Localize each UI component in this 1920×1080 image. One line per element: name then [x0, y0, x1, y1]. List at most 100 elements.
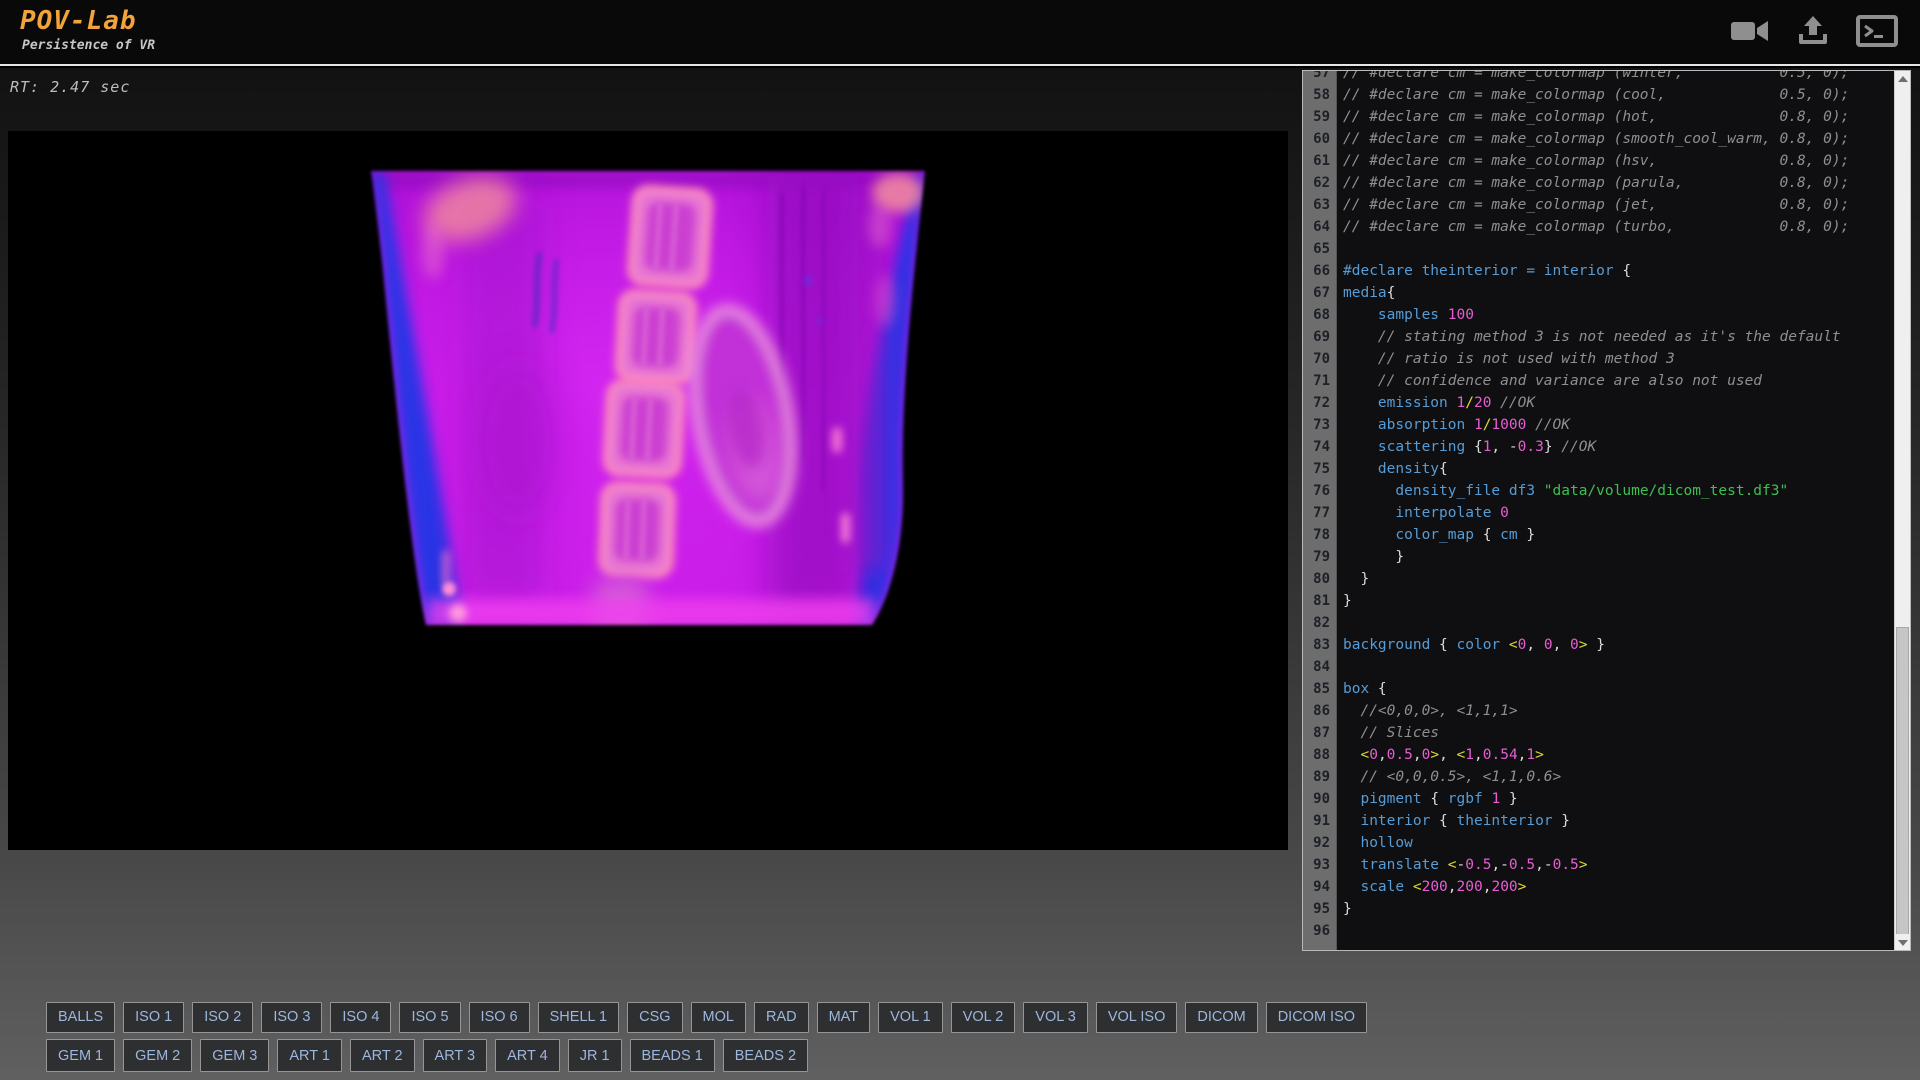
code-line: 61// #declare cm = make_colormap (hsv, 0… [1303, 150, 1894, 172]
line-number: 68 [1303, 304, 1337, 326]
code-line: 82 [1303, 612, 1894, 634]
line-number: 92 [1303, 832, 1337, 854]
line-number: 81 [1303, 590, 1337, 612]
code-line: 77 interpolate 0 [1303, 502, 1894, 524]
preset-button-csg[interactable]: CSG [627, 1002, 682, 1033]
preset-button-art-2[interactable]: ART 2 [350, 1039, 415, 1072]
code-line: 88 <0,0.5,0>, <1,0.54,1> [1303, 744, 1894, 766]
line-number: 75 [1303, 458, 1337, 480]
code-text: density_file df3 "data/volume/dicom_test… [1337, 480, 1788, 502]
code-line: 57// #declare cm = make_colormap (winter… [1303, 70, 1894, 84]
code-text: // #declare cm = make_colormap (winter, … [1337, 70, 1849, 84]
code-line: 75 density{ [1303, 458, 1894, 480]
preset-button-gem-3[interactable]: GEM 3 [200, 1039, 269, 1072]
code-text: } [1337, 546, 1404, 568]
code-text: // ratio is not used with method 3 [1337, 348, 1675, 370]
code-text: translate <-0.5,-0.5,-0.5> [1337, 854, 1588, 876]
line-number: 90 [1303, 788, 1337, 810]
preset-button-balls[interactable]: BALLS [46, 1002, 115, 1033]
preset-button-shell-1[interactable]: SHELL 1 [538, 1002, 620, 1033]
code-text: // Slices [1337, 722, 1439, 744]
code-text [1337, 656, 1343, 678]
dicom-volume-render [8, 131, 1288, 850]
preset-button-vol-1[interactable]: VOL 1 [878, 1002, 943, 1033]
code-line: 85box { [1303, 678, 1894, 700]
preset-button-vol-3[interactable]: VOL 3 [1023, 1002, 1088, 1033]
line-number: 79 [1303, 546, 1337, 568]
render-viewport [8, 131, 1288, 850]
line-number: 67 [1303, 282, 1337, 304]
editor-scrollbar[interactable] [1894, 71, 1910, 950]
terminal-icon[interactable] [1856, 13, 1898, 49]
code-line: 72 emission 1/20 //OK [1303, 392, 1894, 414]
preset-button-vol-iso[interactable]: VOL ISO [1096, 1002, 1177, 1033]
line-number: 70 [1303, 348, 1337, 370]
line-number: 61 [1303, 150, 1337, 172]
code-text: density{ [1337, 458, 1448, 480]
code-text: interpolate 0 [1337, 502, 1509, 524]
scroll-up-arrow-icon[interactable] [1895, 71, 1911, 87]
preset-button-iso-5[interactable]: ISO 5 [399, 1002, 460, 1033]
code-line: 68 samples 100 [1303, 304, 1894, 326]
code-line: 66#declare theinterior = interior { [1303, 260, 1894, 282]
preset-button-gem-2[interactable]: GEM 2 [123, 1039, 192, 1072]
line-number: 77 [1303, 502, 1337, 524]
preset-button-art-4[interactable]: ART 4 [495, 1039, 560, 1072]
line-number: 72 [1303, 392, 1337, 414]
code-line: 76 density_file df3 "data/volume/dicom_t… [1303, 480, 1894, 502]
preset-button-art-3[interactable]: ART 3 [423, 1039, 488, 1072]
code-text: // #declare cm = make_colormap (smooth_c… [1337, 128, 1849, 150]
line-number: 71 [1303, 370, 1337, 392]
code-text: //<0,0,0>, <1,1,1> [1337, 700, 1518, 722]
preset-button-mol[interactable]: MOL [691, 1002, 746, 1033]
code-text: emission 1/20 //OK [1337, 392, 1535, 414]
code-line: 86 //<0,0,0>, <1,1,1> [1303, 700, 1894, 722]
line-number: 66 [1303, 260, 1337, 282]
preset-button-iso-1[interactable]: ISO 1 [123, 1002, 184, 1033]
preset-button-dicom[interactable]: DICOM [1185, 1002, 1257, 1033]
code-text: // #declare cm = make_colormap (hsv, 0.8… [1337, 150, 1849, 172]
preset-button-gem-1[interactable]: GEM 1 [46, 1039, 115, 1072]
line-number: 63 [1303, 194, 1337, 216]
scrollbar-thumb[interactable] [1896, 627, 1909, 935]
code-line: 73 absorption 1/1000 //OK [1303, 414, 1894, 436]
preset-button-jr-1[interactable]: JR 1 [568, 1039, 622, 1072]
code-text: absorption 1/1000 //OK [1337, 414, 1570, 436]
preset-button-iso-6[interactable]: ISO 6 [469, 1002, 530, 1033]
preset-button-vol-2[interactable]: VOL 2 [951, 1002, 1016, 1033]
scroll-down-arrow-icon[interactable] [1895, 934, 1911, 950]
code-text: // #declare cm = make_colormap (parula, … [1337, 172, 1849, 194]
code-line: 63// #declare cm = make_colormap (jet, 0… [1303, 194, 1894, 216]
preset-button-beads-1[interactable]: BEADS 1 [630, 1039, 715, 1072]
line-number: 78 [1303, 524, 1337, 546]
preset-button-iso-3[interactable]: ISO 3 [261, 1002, 322, 1033]
code-line: 92 hollow [1303, 832, 1894, 854]
code-line: 81} [1303, 590, 1894, 612]
upload-icon[interactable] [1794, 13, 1832, 49]
preset-button-art-1[interactable]: ART 1 [277, 1039, 342, 1072]
preset-button-dicom-iso[interactable]: DICOM ISO [1266, 1002, 1367, 1033]
code-line: 87 // Slices [1303, 722, 1894, 744]
camcorder-icon[interactable] [1728, 13, 1770, 49]
preset-button-mat[interactable]: MAT [817, 1002, 871, 1033]
preset-button-iso-4[interactable]: ISO 4 [330, 1002, 391, 1033]
line-number: 85 [1303, 678, 1337, 700]
line-number: 86 [1303, 700, 1337, 722]
line-number: 60 [1303, 128, 1337, 150]
line-number: 93 [1303, 854, 1337, 876]
line-number: 96 [1303, 920, 1337, 942]
code-text: interior { theinterior } [1337, 810, 1570, 832]
code-text: } [1337, 898, 1352, 920]
code-text: // #declare cm = make_colormap (cool, 0.… [1337, 84, 1849, 106]
code-text: <0,0.5,0>, <1,0.54,1> [1337, 744, 1544, 766]
code-line: 62// #declare cm = make_colormap (parula… [1303, 172, 1894, 194]
code-line: 95} [1303, 898, 1894, 920]
code-editor[interactable]: 57// #declare cm = make_colormap (winter… [1302, 70, 1911, 951]
preset-button-rad[interactable]: RAD [754, 1002, 809, 1033]
line-number: 83 [1303, 634, 1337, 656]
preset-button-iso-2[interactable]: ISO 2 [192, 1002, 253, 1033]
line-number: 84 [1303, 656, 1337, 678]
code-line: 58// #declare cm = make_colormap (cool, … [1303, 84, 1894, 106]
line-number: 91 [1303, 810, 1337, 832]
preset-button-beads-2[interactable]: BEADS 2 [723, 1039, 808, 1072]
